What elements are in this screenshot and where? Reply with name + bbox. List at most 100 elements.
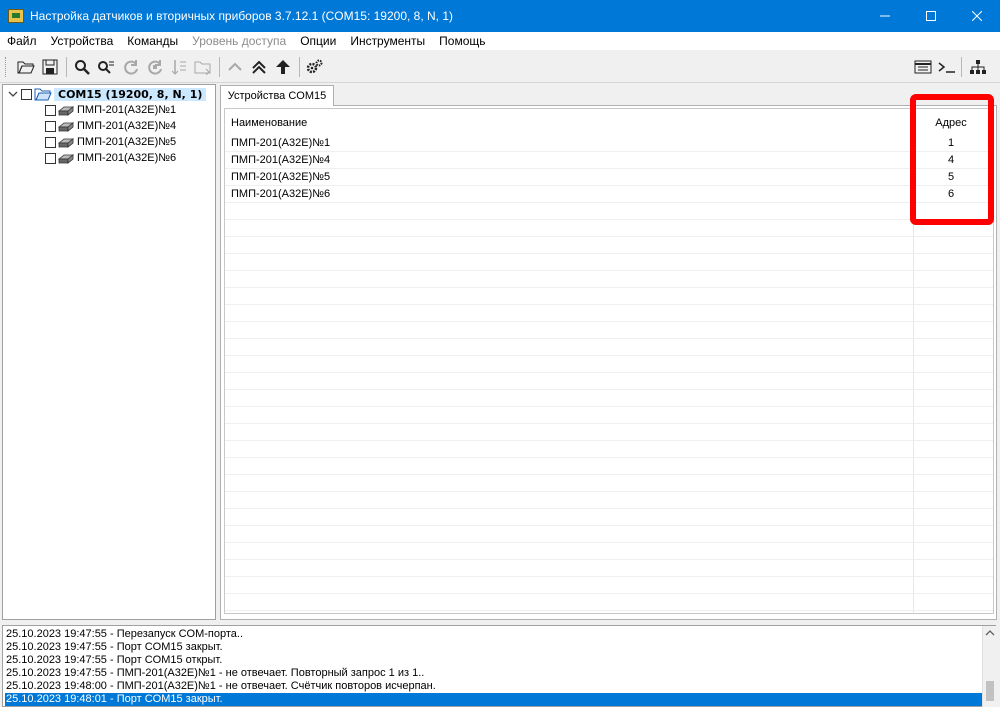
gears-icon — [306, 59, 323, 74]
menu-options[interactable]: Опции — [293, 34, 343, 48]
table-cell-name[interactable]: ПМП-201(А32Е)№1 — [231, 137, 330, 149]
window-title: Настройка датчиков и вторичных приборов … — [30, 9, 454, 23]
tree-item-label: ПМП-201(А32Е)№5 — [77, 136, 177, 148]
minimize-button[interactable] — [862, 0, 908, 32]
menu-access-level[interactable]: Уровень доступа — [185, 34, 293, 48]
tree-item[interactable]: ПМП-201(А32Е)№5 — [45, 134, 176, 150]
double-chevron-up-icon — [252, 60, 266, 74]
maximize-button[interactable] — [908, 0, 954, 32]
app-icon — [8, 9, 24, 23]
grid-row-line — [225, 168, 993, 169]
log-entry[interactable]: 25.10.2023 19:47:55 - Порт COM15 открыт. — [5, 654, 982, 667]
tree-item-label: ПМП-201(А32Е)№6 — [77, 152, 177, 164]
grid-row-line — [225, 423, 993, 424]
tab-devices-com15[interactable]: Устройства COM15 — [220, 85, 334, 106]
close-button[interactable] — [954, 0, 1000, 32]
menu-help[interactable]: Помощь — [432, 34, 492, 48]
grid-row-line — [225, 542, 993, 543]
tree-item[interactable]: ПМП-201(А32Е)№4 — [45, 118, 176, 134]
tree-item-label: ПМП-201(А32Е)№1 — [77, 104, 177, 116]
grid-row-line — [225, 389, 993, 390]
search-settings-button[interactable] — [95, 56, 117, 78]
device-icon — [58, 137, 74, 148]
network-tree-icon — [970, 60, 986, 74]
tree-root[interactable]: COM15 (19200, 8, N, 1) — [7, 86, 207, 102]
log-entry-selected[interactable]: 25.10.2023 19:48:01 - Порт COM15 закрыт. — [5, 693, 982, 706]
grid-row-line — [225, 474, 993, 475]
device-tree: COM15 (19200, 8, N, 1) ПМП-201(А32Е)№1 П… — [2, 84, 216, 620]
grid-row-line — [225, 491, 993, 492]
devices-table: Наименование Адрес ПМП-201(А32Е)№1 1 ПМП… — [224, 108, 994, 614]
folder-move-button[interactable] — [192, 56, 214, 78]
device-icon — [58, 105, 74, 116]
device-icon — [58, 121, 74, 132]
grid-row-line — [225, 610, 993, 611]
log-entry[interactable]: 25.10.2023 19:47:55 - Порт COM15 закрыт. — [5, 641, 982, 654]
grid-row-line — [225, 525, 993, 526]
tree-item-checkbox[interactable] — [45, 120, 56, 132]
grid-row-line — [225, 576, 993, 577]
toolbar-grip[interactable] — [5, 57, 8, 77]
arrow-up-button[interactable] — [272, 56, 294, 78]
grid-row-line — [225, 236, 993, 237]
save-button[interactable] — [39, 56, 61, 78]
tree-root-label[interactable]: COM15 (19200, 8, N, 1) — [54, 87, 207, 101]
network-tree-button[interactable] — [967, 56, 989, 78]
log-entry[interactable]: 25.10.2023 19:47:55 - ПМП-201(А32Е)№1 - … — [5, 667, 982, 680]
chevron-up-icon — [228, 62, 242, 71]
log-entry[interactable]: 25.10.2023 19:48:00 - ПМП-201(А32Е)№1 - … — [5, 680, 982, 693]
grid-row-line — [225, 372, 993, 373]
move-up-button[interactable] — [224, 56, 246, 78]
window-list-button[interactable] — [912, 56, 934, 78]
grid-row-line — [225, 593, 993, 594]
settings-button[interactable] — [304, 56, 326, 78]
grid-row-line — [225, 287, 993, 288]
device-icon — [58, 153, 74, 164]
menu-devices[interactable]: Устройства — [44, 34, 121, 48]
arrow-up-icon — [276, 60, 290, 74]
terminal-icon — [938, 62, 955, 73]
grid-row-line — [225, 304, 993, 305]
tree-item-checkbox[interactable] — [45, 152, 56, 164]
terminal-button[interactable] — [936, 56, 958, 78]
open-folder-icon — [17, 61, 35, 74]
table-cell-name[interactable]: ПМП-201(А32Е)№4 — [231, 154, 330, 166]
tree-item-checkbox[interactable] — [45, 104, 56, 116]
chevron-down-icon[interactable] — [7, 88, 19, 100]
grid-row-line — [225, 202, 993, 203]
menu-bar: Файл Устройства Команды Уровень доступа … — [0, 32, 1000, 50]
search-settings-icon — [98, 61, 114, 74]
tree-root-checkbox[interactable] — [21, 88, 32, 100]
toolbar — [0, 51, 1000, 83]
table-cell-name[interactable]: ПМП-201(А32Е)№6 — [231, 188, 330, 200]
maximize-icon — [926, 11, 936, 21]
log-entry[interactable]: 25.10.2023 19:47:55 - Перезапуск COM-пор… — [5, 628, 982, 641]
grid-row-line — [225, 151, 993, 152]
menu-file[interactable]: Файл — [0, 34, 44, 48]
tree-item[interactable]: ПМП-201(А32Е)№1 — [45, 102, 176, 118]
refresh-all-icon — [148, 60, 162, 75]
refresh-button[interactable] — [120, 56, 142, 78]
tree-item-checkbox[interactable] — [45, 136, 56, 148]
sort-icon — [171, 60, 186, 75]
menu-tools[interactable]: Инструменты — [343, 34, 432, 48]
grid-row-line — [225, 321, 993, 322]
menu-commands[interactable]: Команды — [120, 34, 185, 48]
search-button[interactable] — [71, 56, 93, 78]
close-icon — [972, 11, 982, 21]
move-top-button[interactable] — [248, 56, 270, 78]
scroll-up-icon[interactable] — [984, 628, 996, 638]
grid-row-line — [225, 270, 993, 271]
log-scrollbar[interactable] — [982, 626, 996, 707]
table-cell-name[interactable]: ПМП-201(А32Е)№5 — [231, 171, 330, 183]
save-icon — [42, 59, 58, 75]
tree-item[interactable]: ПМП-201(А32Е)№6 — [45, 150, 176, 166]
column-header-name[interactable]: Наименование — [231, 117, 307, 129]
grid-row-line — [225, 338, 993, 339]
sort-button[interactable] — [168, 56, 190, 78]
scroll-thumb[interactable] — [986, 681, 994, 701]
open-button[interactable] — [15, 56, 37, 78]
refresh-all-button[interactable] — [144, 56, 166, 78]
search-icon — [75, 60, 90, 75]
highlight-box — [910, 94, 994, 225]
